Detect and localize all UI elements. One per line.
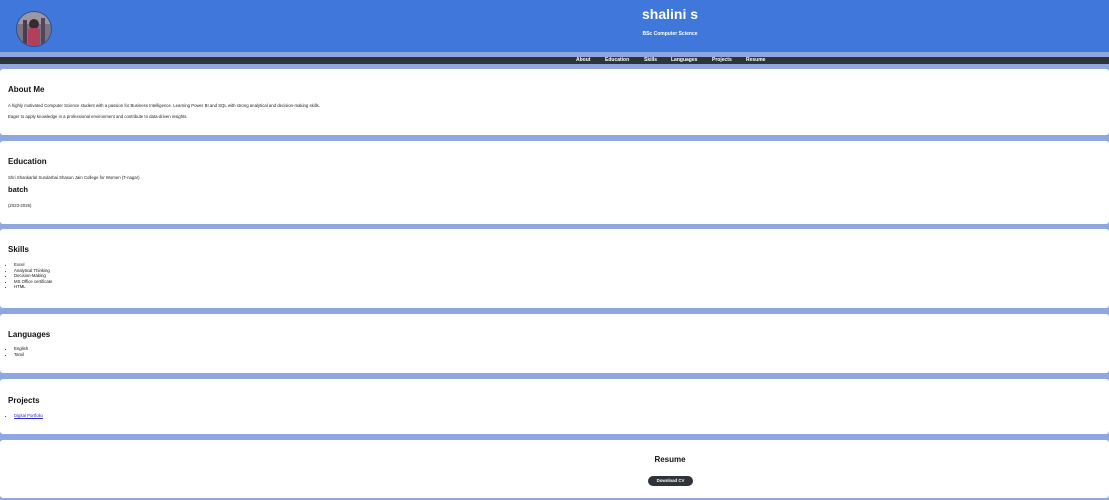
nav-education[interactable]: Education	[605, 57, 629, 64]
page-subtitle: BSc Computer Science	[642, 31, 698, 37]
list-item: English	[14, 346, 28, 352]
batch-heading: batch	[8, 185, 29, 194]
projects-list: Digital Portfolio	[4, 413, 43, 419]
list-item: Digital Portfolio	[14, 413, 43, 419]
page-title: shalini s	[641, 6, 699, 22]
education-title: Education	[8, 157, 47, 166]
languages-section: Languages English Tamil	[0, 314, 1109, 373]
languages-list: English Tamil	[4, 346, 28, 357]
avatar	[16, 11, 52, 47]
project-link[interactable]: Digital Portfolio	[14, 413, 43, 418]
education-section: Education Shri Shankarlal Sundarbai Shas…	[0, 141, 1109, 224]
nav-skills[interactable]: Skills	[644, 57, 657, 64]
skills-list: Excel Analytical Thinking Decision-Makin…	[4, 262, 52, 290]
projects-section: Projects Digital Portfolio	[0, 379, 1109, 434]
profile-photo-icon	[17, 12, 51, 46]
download-cv-button[interactable]: Download CV	[648, 476, 693, 486]
resume-title: Resume	[654, 455, 686, 464]
list-item: HTML	[14, 284, 52, 290]
nav-projects[interactable]: Projects	[712, 57, 732, 64]
skills-section: Skills Excel Analytical Thinking Decisio…	[0, 229, 1109, 308]
site-header: shalini s BSc Computer Science	[0, 0, 1109, 52]
nav-resume[interactable]: Resume	[746, 57, 765, 64]
batch-years: (2023-2026)	[8, 203, 32, 208]
resume-section: Resume Download CV	[0, 440, 1109, 498]
nav-bar: About Education Skills Languages Project…	[0, 57, 1109, 64]
about-title: About Me	[8, 85, 45, 94]
about-text-2: Eager to apply knowledge in a profession…	[8, 114, 188, 119]
about-section: About Me A highly motivated Computer Sci…	[0, 69, 1109, 135]
skills-title: Skills	[8, 245, 29, 254]
languages-title: Languages	[8, 330, 51, 339]
about-text-1: A highly motivated Computer Science stud…	[8, 103, 321, 108]
list-item: Tamil	[14, 352, 28, 358]
college-name: Shri Shankarlal Sundarbai Shasun Jain Co…	[8, 175, 140, 180]
nav-about[interactable]: About	[576, 57, 590, 64]
nav-languages[interactable]: Languages	[671, 57, 697, 64]
projects-title: Projects	[8, 396, 40, 405]
